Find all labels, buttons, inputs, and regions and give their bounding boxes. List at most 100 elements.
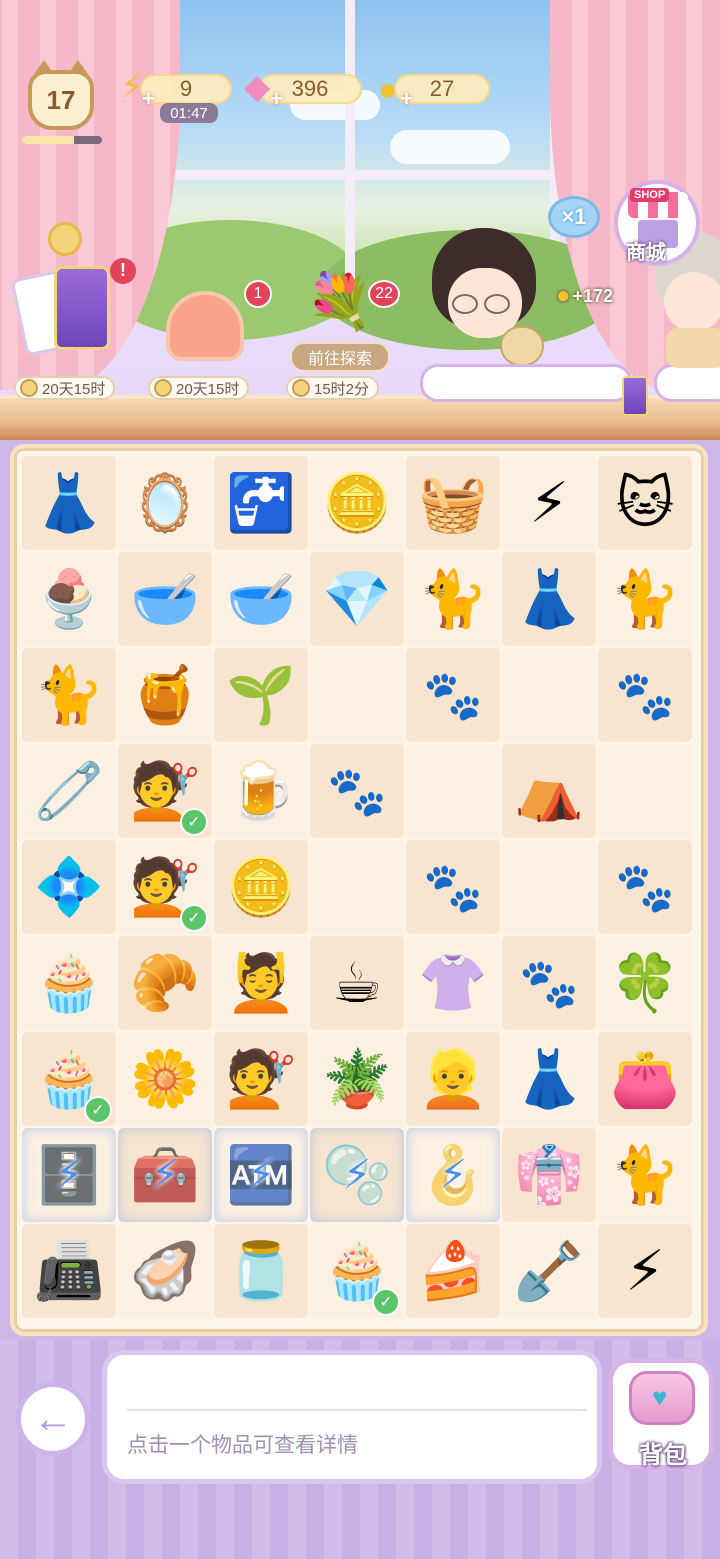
grid-cell-empty[interactable] — [502, 840, 596, 934]
window-mullion — [345, 0, 355, 300]
grid-cell[interactable]: ⚡ — [598, 1224, 692, 1318]
grid-cell[interactable]: 🪏 — [502, 1224, 596, 1318]
grid-cell[interactable]: 🍨 — [22, 552, 116, 646]
grid-cell[interactable]: 🚰 — [214, 456, 308, 550]
grid-cell[interactable]: 🍰 — [406, 1224, 500, 1318]
grid-cell[interactable]: 🧁 — [22, 936, 116, 1030]
grid-cell[interactable]: 🪝 ⚡ — [406, 1128, 500, 1222]
grid-cell[interactable]: 👱 — [406, 1032, 500, 1126]
customer-character[interactable] — [418, 228, 548, 368]
grid-cell[interactable]: 💎 — [310, 552, 404, 646]
checkmark-icon: ✓ — [372, 1288, 400, 1316]
card-pack[interactable]: ! — [10, 258, 136, 372]
energy-lock-icon: ⚡ — [246, 1153, 276, 1197]
explore-label: 前往探索 — [307, 351, 372, 368]
grid-cell-empty[interactable] — [598, 744, 692, 838]
backpack-button[interactable]: 背包 — [608, 1358, 714, 1470]
gold-coins-icon: 🪙 — [322, 471, 392, 534]
energy-lock-icon: ⚡ — [54, 1153, 84, 1197]
grid-cell[interactable]: 🥐 — [118, 936, 212, 1030]
grid-cell[interactable]: 🌼 — [118, 1032, 212, 1126]
clock-icon — [20, 379, 38, 397]
gem-value: 396 — [291, 76, 329, 101]
grid-cell[interactable]: 🪞 — [118, 456, 212, 550]
grid-cell-empty[interactable] — [310, 648, 404, 742]
grid-cell[interactable]: ⛺ — [502, 744, 596, 838]
grid-cell-empty[interactable]: 🐾 — [598, 840, 692, 934]
grid-cell[interactable]: 🧺 — [406, 456, 500, 550]
energy-lock-icon: ⚡ — [150, 1153, 180, 1197]
grid-cell[interactable]: 🍯 — [118, 648, 212, 742]
flower-pot[interactable]: 💐 — [300, 262, 380, 342]
cake-timer: 20天15时 — [148, 376, 250, 400]
grid-cell[interactable]: 👘 — [502, 1128, 596, 1222]
energy-timer-text: 01:47 — [170, 104, 208, 122]
coin-reward: ● +172 — [556, 282, 613, 310]
grid-cell-empty[interactable]: 🐾 — [406, 840, 500, 934]
grid-cell[interactable]: 🐈 — [598, 1128, 692, 1222]
coin-icon: ● — [556, 282, 571, 309]
grid-cell[interactable]: 🥣 — [214, 552, 308, 646]
yellow-dress-icon: 👗 — [514, 1047, 584, 1110]
back-button[interactable]: ← — [16, 1382, 90, 1456]
grid-cell-empty[interactable]: 🐾 — [502, 936, 596, 1030]
grid-cell[interactable]: 🪴 — [310, 1032, 404, 1126]
gothic-dress-icon: 👗 — [34, 471, 104, 534]
grid-cell[interactable]: 🍺 — [214, 744, 308, 838]
grid-cell[interactable]: 👚 — [406, 936, 500, 1030]
grid-cell[interactable]: 🦪 — [118, 1224, 212, 1318]
grid-cell-empty[interactable]: 🐾 — [310, 744, 404, 838]
grid-cell[interactable]: ☕ — [310, 936, 404, 1030]
cake-roll[interactable] — [162, 286, 248, 366]
grid-cell[interactable]: 👗 — [22, 456, 116, 550]
grid-cell-empty[interactable]: 🐾 — [598, 648, 692, 742]
grid-cell[interactable]: 🧁 ✓ — [310, 1224, 404, 1318]
matcha-cake-icon: 🍰 — [418, 1239, 488, 1302]
grid-cell[interactable]: 🗄️ ⚡ — [22, 1128, 116, 1222]
grid-cell[interactable]: 🍀 — [598, 936, 692, 1030]
grid-cell[interactable]: 🫧 ⚡ — [310, 1128, 404, 1222]
grid-cell[interactable]: 🏧 ⚡ — [214, 1128, 308, 1222]
grid-cell[interactable]: 👗 — [502, 1032, 596, 1126]
add-energy-icon[interactable]: + — [142, 86, 155, 112]
back-arrow-icon: ← — [33, 1396, 73, 1441]
multiplier-badge[interactable]: ×1 — [548, 196, 600, 238]
grid-cell[interactable]: 💠 — [22, 840, 116, 934]
grid-cell[interactable]: 💆 — [214, 936, 308, 1030]
grid-cell-empty[interactable] — [406, 744, 500, 838]
grid-cell[interactable]: 🧷 — [22, 744, 116, 838]
grid-cell[interactable]: 💇 ✓ — [118, 840, 212, 934]
grid-cell[interactable]: 🪙 — [214, 840, 308, 934]
grid-cell-empty[interactable]: 🐾 — [406, 648, 500, 742]
grid-cell[interactable]: 🫙 — [214, 1224, 308, 1318]
grid-cell[interactable]: 🪙 — [310, 456, 404, 550]
grid-cell[interactable]: ⚡ — [502, 456, 596, 550]
grid-cell[interactable]: 👛 — [598, 1032, 692, 1126]
grid-cell[interactable]: 🐈 — [22, 648, 116, 742]
grid-cell[interactable]: 🐈 — [598, 552, 692, 646]
checkmark-icon: ✓ — [84, 1096, 112, 1124]
add-coins-icon[interactable]: + — [400, 86, 413, 112]
explore-button[interactable]: 前往探索 — [290, 342, 390, 372]
green-clover-icon: 🍀 — [610, 951, 680, 1014]
face — [664, 272, 720, 332]
grid-cell[interactable]: 🧁 ✓ — [22, 1032, 116, 1126]
glasses-icon — [484, 294, 510, 314]
grid-cell[interactable]: 🐱 — [598, 456, 692, 550]
checkmark-icon: ✓ — [180, 808, 208, 836]
grid-cell[interactable]: 💇 ✓ — [118, 744, 212, 838]
grid-cell-empty[interactable] — [502, 648, 596, 742]
add-gems-icon[interactable]: + — [270, 86, 283, 112]
grid-cell[interactable]: 🧰 ⚡ — [118, 1128, 212, 1222]
grid-cell[interactable]: 📠 — [22, 1224, 116, 1318]
grid-cell[interactable]: 👗 — [502, 552, 596, 646]
grid-cell[interactable]: 🌱 — [214, 648, 308, 742]
paw-print-icon: 🐾 — [615, 861, 675, 915]
grid-cell[interactable]: 🐈 — [406, 552, 500, 646]
merge-board: 👗 🪞 🚰 🪙 🧺 ⚡ 🐱 🍨 🥣 🥣 💎 🐈 👗 🐈 🐈 🍯 🌱 🐾 🐾 🧷 💇 ✓ 🍺 🐾 ⛺ 💠 💇 ✓ 🪙 🐾 🐾 🧁 🥐 💆 ☕ 👚 🐾 🍀 🧁 ✓… — [10, 444, 708, 1336]
level-badge[interactable]: 17 — [28, 60, 94, 130]
glasses-icon — [452, 294, 478, 314]
grid-cell-empty[interactable] — [310, 840, 404, 934]
grid-cell[interactable]: 🥣 — [118, 552, 212, 646]
grid-cell[interactable]: 💇 — [214, 1032, 308, 1126]
